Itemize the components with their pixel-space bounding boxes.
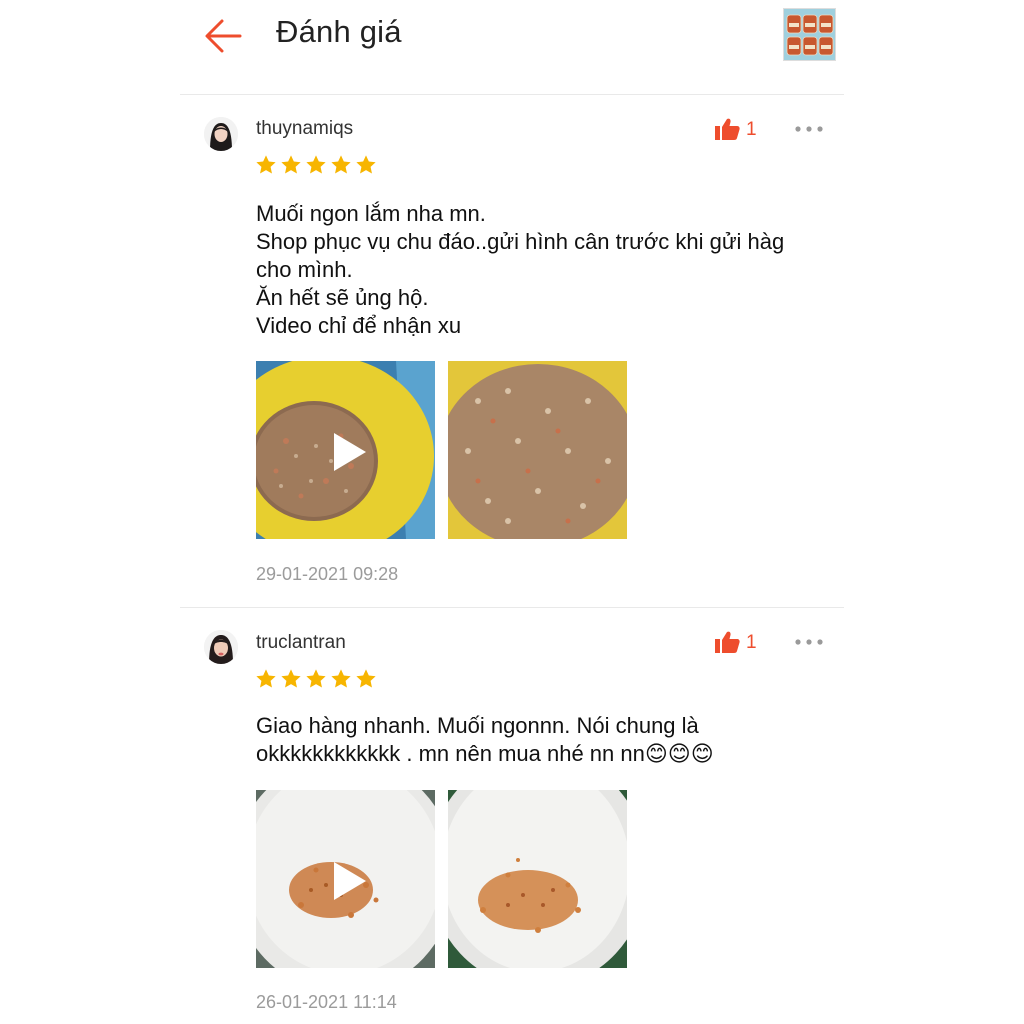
- review-photo[interactable]: [448, 361, 627, 539]
- star-icon: [306, 155, 326, 174]
- header-bar: Đánh giá: [180, 0, 844, 94]
- star-icon: [281, 155, 301, 174]
- product-thumbnail[interactable]: [783, 8, 836, 61]
- star-icon: [256, 669, 276, 688]
- page-title: Đánh giá: [276, 14, 402, 49]
- review-text: Giao hàng nhanh. Muối ngonnn. Nói chung …: [256, 712, 836, 768]
- star-rating: [255, 668, 377, 690]
- review-text-line: okkkkkkkkkkkk . mn nên mua nhé nn nn😊😊😊: [256, 741, 714, 766]
- star-rating: [255, 154, 377, 176]
- review-text-line: Shop phục vụ chu đáo..gửi hình cân trước…: [256, 229, 785, 254]
- star-icon: [331, 669, 351, 688]
- review-item: truclantran 1 Giao hàng nhanh. Muối ngon…: [180, 608, 844, 1024]
- review-text-line: Giao hàng nhanh. Muối ngonnn. Nói chung …: [256, 713, 699, 738]
- play-icon: [334, 862, 366, 900]
- review-video-thumbnail[interactable]: [256, 790, 435, 968]
- star-icon: [331, 155, 351, 174]
- star-icon: [306, 669, 326, 688]
- star-icon: [356, 669, 376, 688]
- arrow-left-icon: [205, 19, 242, 53]
- back-button[interactable]: [202, 16, 244, 56]
- star-icon: [256, 155, 276, 174]
- avatar[interactable]: [204, 630, 238, 664]
- thumbs-up-icon[interactable]: [714, 630, 740, 654]
- review-timestamp: 26-01-2021 11:14: [256, 992, 397, 1012]
- avatar[interactable]: [204, 117, 238, 151]
- review-text: Muối ngon lắm nha mn. Shop phục vụ chu đ…: [256, 200, 836, 340]
- review-item: thuynamiqs 1 Muối ngon lắm nha mn. Shop …: [180, 95, 844, 607]
- username[interactable]: thuynamiqs: [256, 118, 353, 140]
- star-icon: [356, 155, 376, 174]
- review-text-line: cho mình.: [256, 257, 353, 282]
- review-text-line: Ăn hết sẽ ủng hộ.: [256, 285, 429, 310]
- more-options-icon[interactable]: [794, 124, 824, 134]
- review-timestamp: 29-01-2021 09:28: [256, 564, 399, 584]
- like-count: 1: [746, 632, 757, 653]
- star-icon: [281, 669, 301, 688]
- play-icon: [334, 433, 366, 471]
- review-photo[interactable]: [448, 790, 627, 968]
- reviews-screen: Đánh giá thuynamiqs 1 Muối ngon lắm nha …: [180, 0, 844, 1024]
- review-video-thumbnail[interactable]: [256, 361, 435, 539]
- more-options-icon[interactable]: [794, 637, 824, 647]
- thumbs-up-icon[interactable]: [714, 117, 740, 141]
- username[interactable]: truclantran: [256, 632, 346, 654]
- like-count: 1: [746, 119, 757, 140]
- review-text-line: Video chỉ để nhận xu: [256, 313, 462, 338]
- review-text-line: Muối ngon lắm nha mn.: [256, 201, 486, 226]
